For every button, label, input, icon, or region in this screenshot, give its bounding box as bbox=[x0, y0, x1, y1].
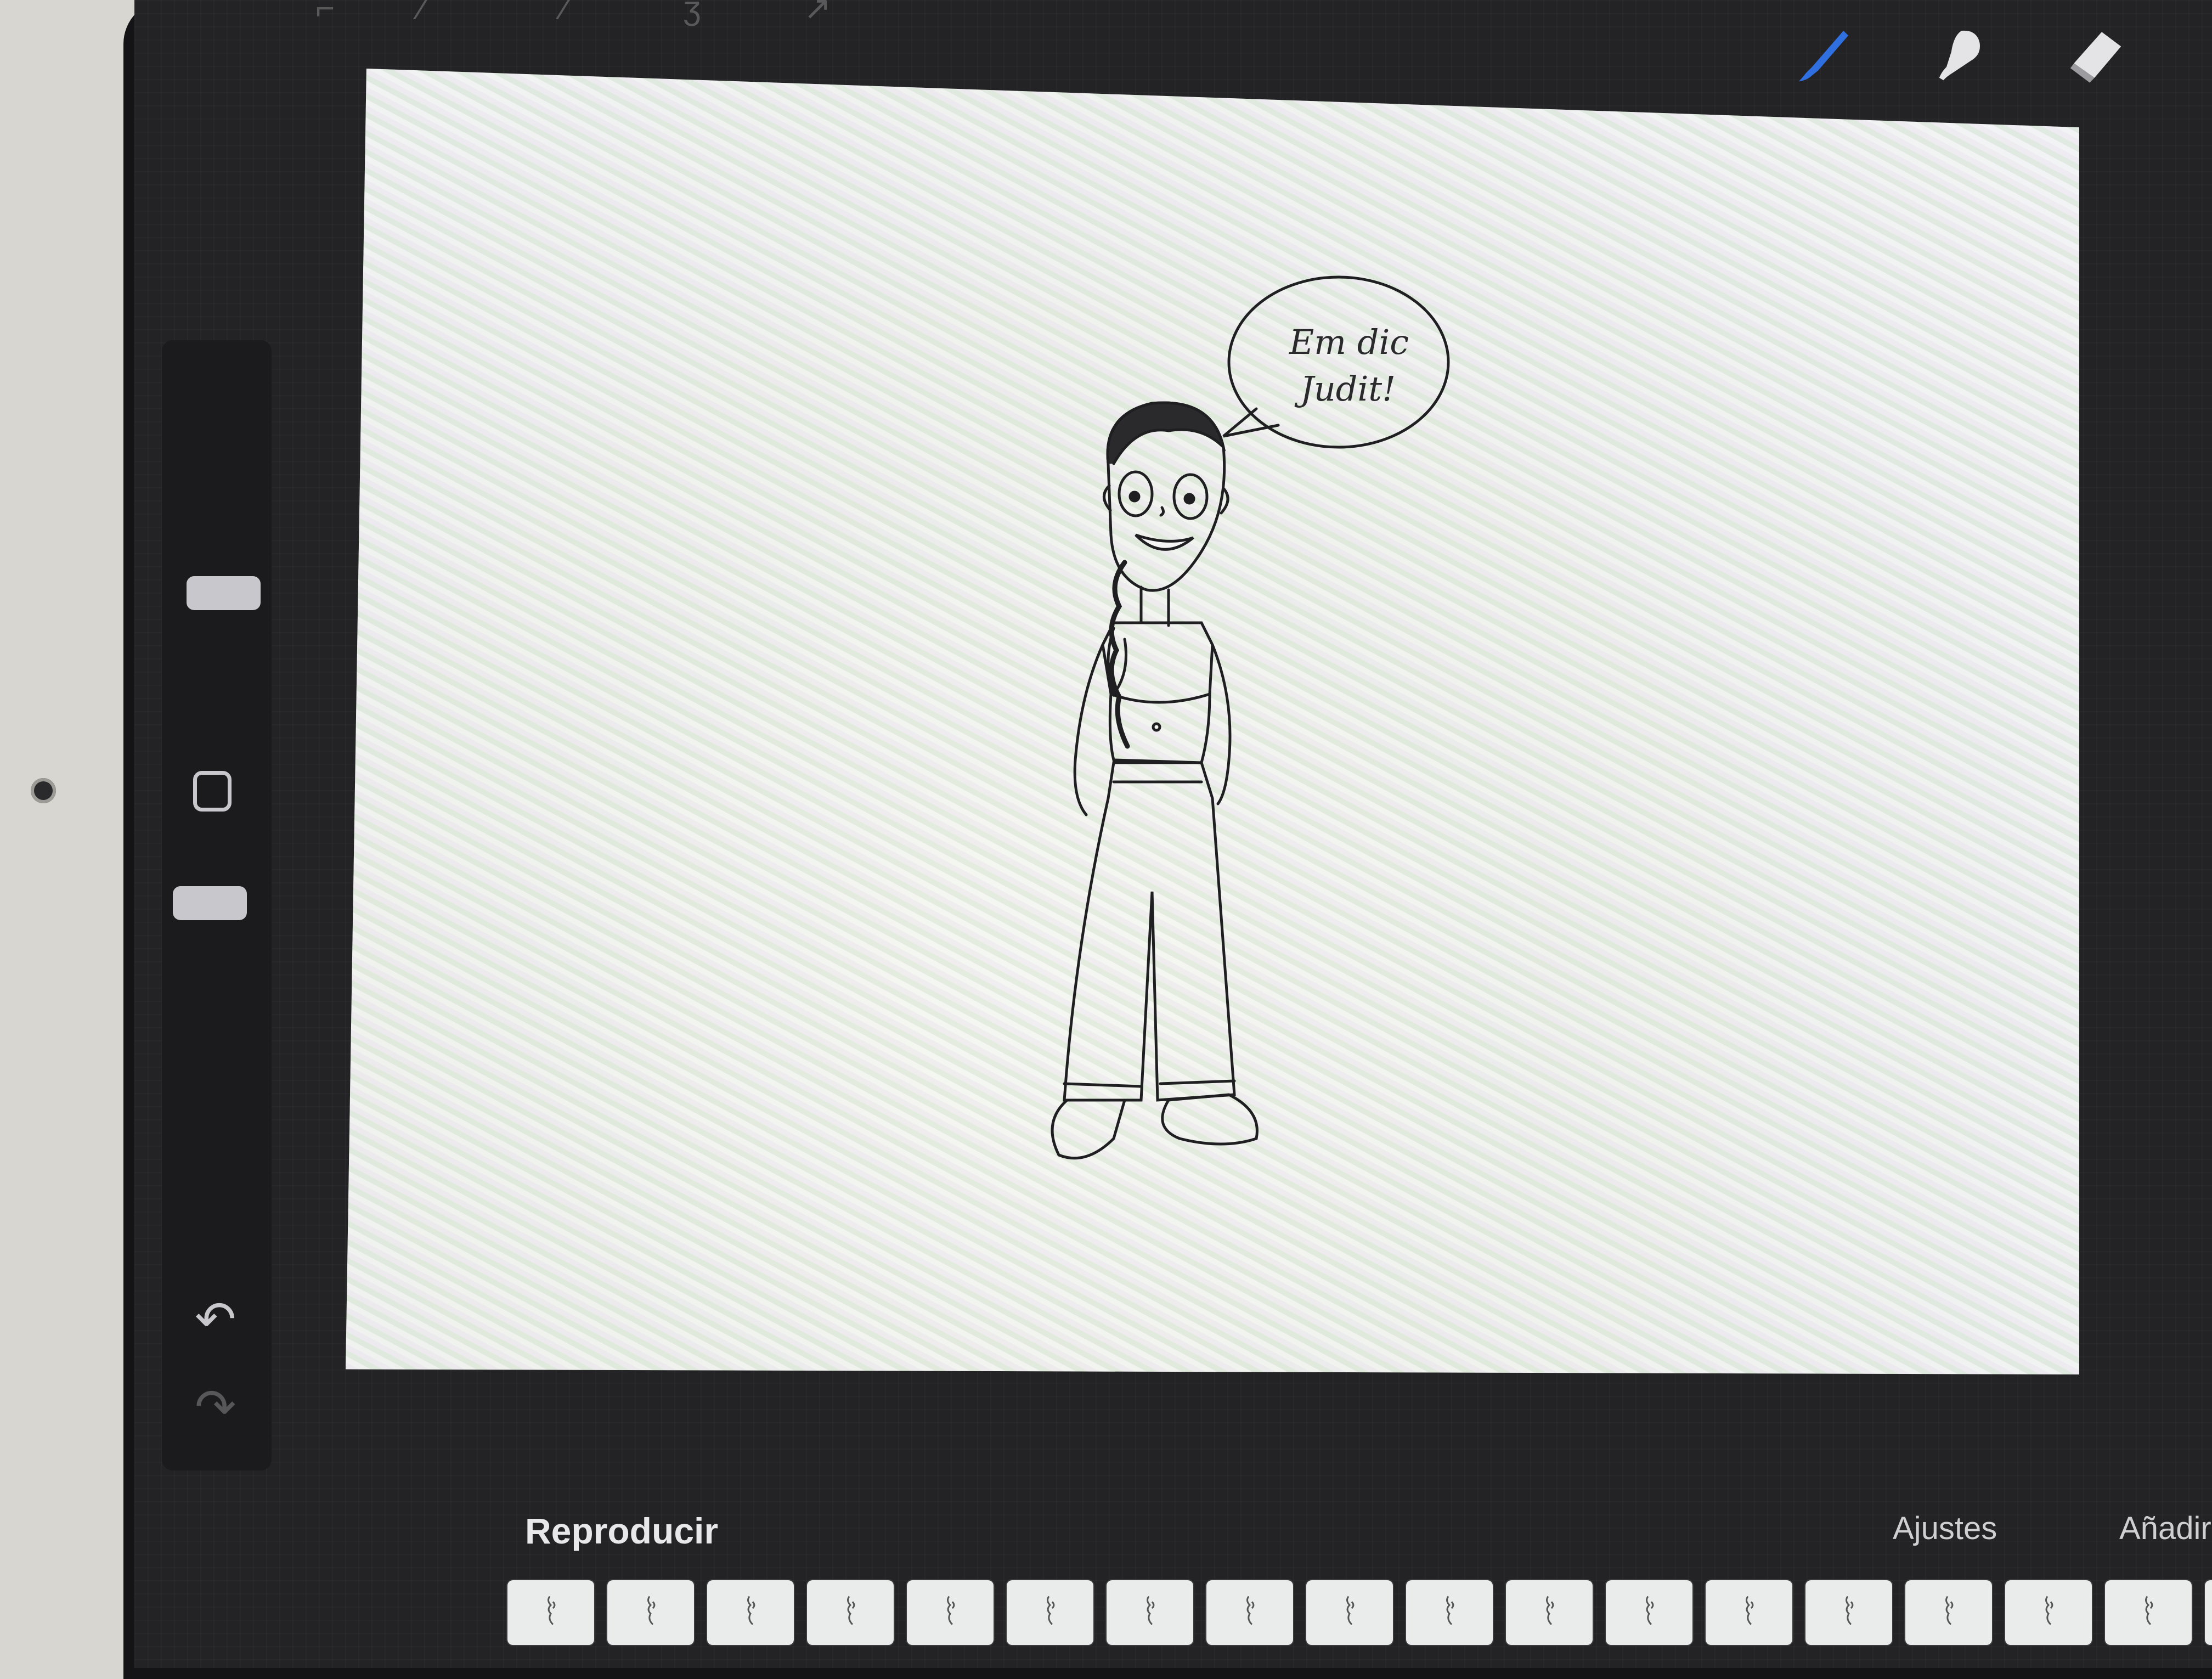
frame-thumbnail[interactable] bbox=[507, 1580, 594, 1645]
transform-arrow-icon[interactable]: ↗ bbox=[804, 0, 831, 27]
frame-thumbnail[interactable] bbox=[2105, 1580, 2192, 1645]
brush-size-slider[interactable] bbox=[187, 576, 261, 610]
frame-thumbnail[interactable] bbox=[807, 1580, 894, 1645]
brush-opacity-slider[interactable] bbox=[173, 886, 247, 920]
modify-button[interactable] bbox=[193, 771, 232, 812]
speech-line-1: Em dic bbox=[1289, 322, 1409, 362]
character-sketch: Em dic Judit! bbox=[1051, 275, 1450, 1160]
frame-thumbnail[interactable] bbox=[607, 1580, 694, 1645]
speech-line-2: Judit! bbox=[1294, 369, 1396, 409]
add-frame-button[interactable]: Añadir fotograma bbox=[2119, 1510, 2212, 1547]
frame-thumbnail[interactable] bbox=[1905, 1580, 1992, 1645]
play-button[interactable]: Reproducir bbox=[525, 1510, 718, 1552]
frame-thumbnail[interactable] bbox=[1007, 1580, 1093, 1645]
smudge-icon[interactable] bbox=[1928, 22, 1989, 88]
frame-thumbnail[interactable] bbox=[1805, 1580, 1892, 1645]
frame-thumbnail[interactable] bbox=[707, 1580, 794, 1645]
eraser-icon[interactable] bbox=[2066, 22, 2126, 88]
frame-thumbnail[interactable] bbox=[907, 1580, 994, 1645]
sidebar: ↶ ↷ bbox=[162, 340, 272, 1470]
frame-thumbnail[interactable] bbox=[1506, 1580, 1593, 1645]
undo-icon[interactable]: ↶ bbox=[195, 1295, 236, 1344]
frame-thumbnail[interactable] bbox=[2205, 1580, 2212, 1645]
frame-thumbnail[interactable] bbox=[1306, 1580, 1393, 1645]
frame-thumbnail[interactable] bbox=[1206, 1580, 1293, 1645]
transform-icon[interactable]: ʒ bbox=[683, 0, 701, 27]
selection-icon[interactable]: ⁄ bbox=[562, 0, 568, 27]
drawing-canvas[interactable]: Em dic Judit! bbox=[346, 69, 2079, 1374]
camera-dot bbox=[31, 778, 56, 803]
frame-thumbnail[interactable] bbox=[1406, 1580, 1493, 1645]
paint-brush-icon[interactable] bbox=[1794, 22, 1854, 88]
redo-icon[interactable]: ↷ bbox=[195, 1383, 236, 1432]
frame-thumbnail[interactable] bbox=[1606, 1580, 1692, 1645]
frame-strip bbox=[507, 1580, 2212, 1652]
actions-icon[interactable]: ⌐ bbox=[315, 0, 335, 27]
adjustments-icon[interactable]: ⁄ bbox=[420, 0, 425, 27]
frame-thumbnail[interactable] bbox=[1706, 1580, 1792, 1645]
frame-thumbnail[interactable] bbox=[1107, 1580, 1193, 1645]
procreate-screen: ⌐ ⁄ ⁄ ʒ ↗ Em dic Judit! ↶ ↷ Reproducir A… bbox=[134, 0, 2212, 1668]
settings-button[interactable]: Ajustes bbox=[1893, 1510, 1997, 1547]
frame-thumbnail[interactable] bbox=[2005, 1580, 2092, 1645]
